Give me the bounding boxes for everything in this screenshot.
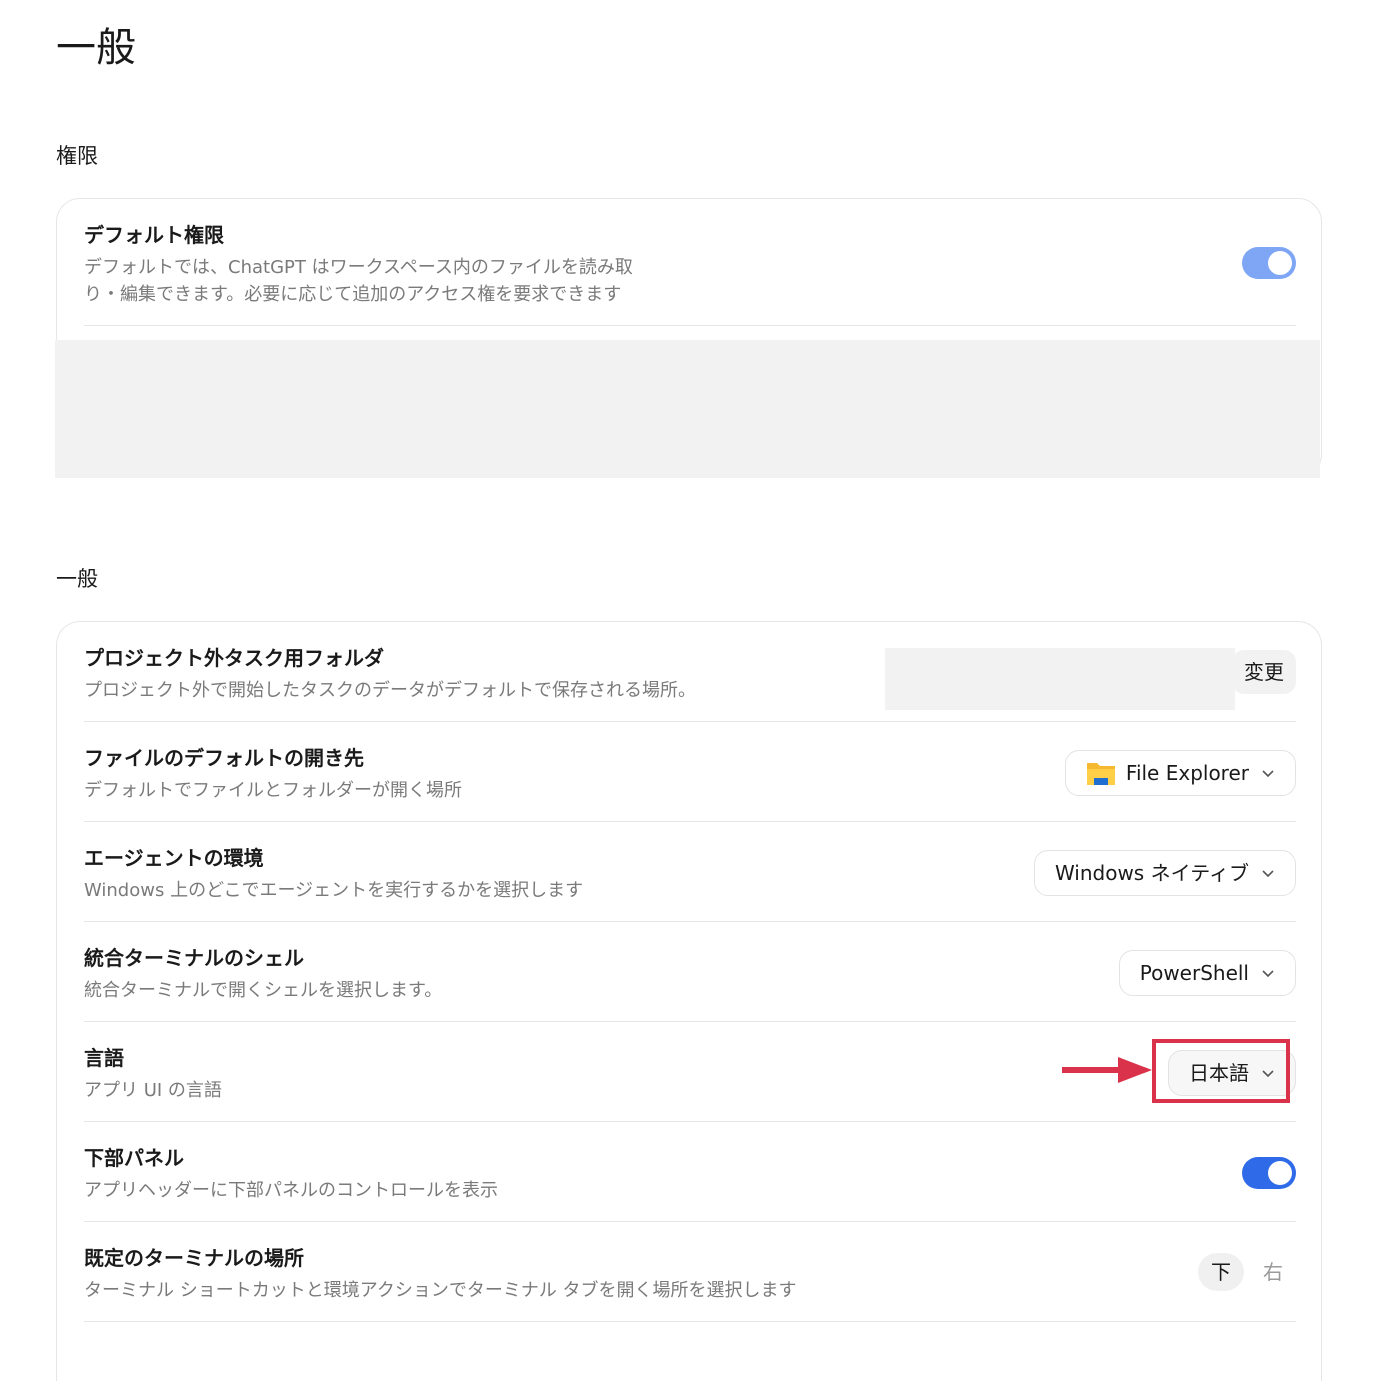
terminal-location-segmented: 下 右 [1198,1253,1296,1291]
annotation-highlight-box [1152,1039,1290,1103]
default-permission-toggle[interactable] [1242,247,1296,279]
open-with-title: ファイルのデフォルトの開き先 [84,746,364,770]
general-card: プロジェクト外タスク用フォルダ プロジェクト外で開始したタスクのデータがデフォル… [56,621,1322,1381]
redacted-folder-path [885,648,1235,710]
task-folder-title: プロジェクト外タスク用フォルダ [84,646,384,670]
toggle-knob [1268,251,1292,275]
bottom-panel-toggle[interactable] [1242,1157,1296,1189]
terminal-shell-value: PowerShell [1139,961,1249,985]
default-permission-row: デフォルト権限 デフォルトでは、ChatGPT はワークスペース内のファイルを読… [84,199,1296,326]
terminal-shell-title: 統合ターミナルのシェル [84,946,304,970]
chevron-down-icon [1262,870,1274,878]
bottom-panel-desc: アプリヘッダーに下部パネルのコントロールを表示 [84,1180,498,1201]
open-with-desc: デフォルトでファイルとフォルダーが開く場所 [84,780,462,801]
agent-env-row: エージェントの環境 Windows 上のどこでエージェントを実行するかを選択しま… [84,822,1296,922]
terminal-shell-dropdown[interactable]: PowerShell [1118,950,1296,996]
agent-env-dropdown[interactable]: Windows ネイティブ [1033,850,1296,896]
default-permission-title: デフォルト権限 [84,223,224,247]
terminal-location-desc: ターミナル ショートカットと環境アクションでターミナル タブを開く場所を選択しま… [84,1280,797,1301]
folder-icon [1086,763,1115,785]
default-permission-desc-1: デフォルトでは、ChatGPT はワークスペース内のファイルを読み取 [84,257,633,278]
open-with-row: ファイルのデフォルトの開き先 デフォルトでファイルとフォルダーが開く場所 Fil… [84,722,1296,822]
open-with-value: File Explorer [1125,761,1249,785]
terminal-location-right-option[interactable]: 右 [1250,1253,1296,1291]
terminal-location-title: 既定のターミナルの場所 [84,1246,304,1270]
terminal-shell-row: 統合ターミナルのシェル 統合ターミナルで開くシェルを選択します。 PowerSh… [84,922,1296,1022]
agent-env-desc: Windows 上のどこでエージェントを実行するかを選択します [84,880,584,901]
open-with-dropdown[interactable]: File Explorer [1064,750,1296,796]
redacted-area [55,340,1320,478]
chevron-down-icon [1262,770,1274,778]
change-folder-button[interactable]: 変更 [1232,650,1296,694]
chevron-down-icon [1262,970,1274,978]
annotation-arrow-icon [1062,1057,1152,1083]
permissions-heading: 権限 [56,144,98,168]
language-title: 言語 [84,1046,124,1070]
default-permission-desc-2: り・編集できます。必要に応じて追加のアクセス権を要求できます [84,284,622,305]
bottom-panel-row: 下部パネル アプリヘッダーに下部パネルのコントロールを表示 [84,1122,1296,1222]
page-title: 一般 [56,25,136,71]
bottom-panel-title: 下部パネル [84,1146,184,1170]
terminal-location-row: 既定のターミナルの場所 ターミナル ショートカットと環境アクションでターミナル … [84,1222,1296,1322]
terminal-shell-desc: 統合ターミナルで開くシェルを選択します。 [84,980,443,1001]
task-folder-row: プロジェクト外タスク用フォルダ プロジェクト外で開始したタスクのデータがデフォル… [84,622,1296,722]
toggle-knob [1268,1161,1292,1185]
task-folder-desc: プロジェクト外で開始したタスクのデータがデフォルトで保存される場所。 [84,680,696,701]
agent-env-value: Windows ネイティブ [1054,861,1249,885]
language-desc: アプリ UI の言語 [84,1080,222,1101]
general-heading: 一般 [56,567,98,591]
terminal-location-bottom-option[interactable]: 下 [1198,1253,1244,1291]
agent-env-title: エージェントの環境 [84,846,264,870]
